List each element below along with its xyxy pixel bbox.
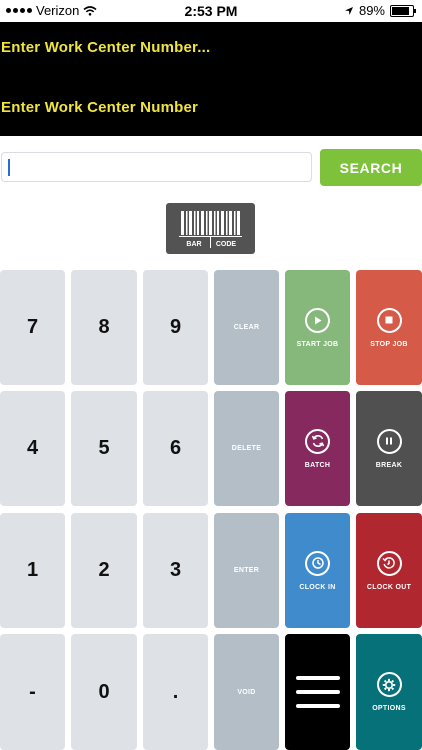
key-2[interactable]: 2: [71, 513, 137, 628]
header-prompt-1: Enter Work Center Number...: [1, 39, 211, 56]
clear-button[interactable]: CLEAR: [214, 270, 279, 385]
status-right: 89%: [344, 3, 416, 18]
key-6[interactable]: 6: [143, 391, 208, 506]
clock-in-icon: [305, 550, 330, 576]
break-label: BREAK: [375, 461, 403, 469]
barcode-label-bottom: CODE: [216, 241, 237, 248]
barcode-icon: BAR CODE: [179, 211, 242, 248]
search-button[interactable]: SEARCH: [320, 149, 422, 186]
enter-button[interactable]: ENTER: [214, 513, 279, 628]
clock-in-button[interactable]: CLOCK IN: [285, 513, 350, 628]
void-button[interactable]: VOID: [214, 634, 279, 750]
clock-out-button[interactable]: CLOCK OUT: [356, 513, 422, 628]
stop-icon: [376, 307, 402, 333]
barcode-label-top: BAR: [186, 241, 201, 248]
key-5[interactable]: 5: [71, 391, 137, 506]
key-0[interactable]: 0: [71, 634, 137, 750]
gear-icon: [376, 672, 402, 697]
refresh-icon: [305, 428, 330, 454]
battery-percent: 89%: [358, 3, 385, 18]
clock-in-label: CLOCK IN: [299, 583, 336, 591]
barcode-button[interactable]: BAR CODE: [166, 203, 255, 254]
header-prompt-2: Enter Work Center Number: [1, 99, 199, 116]
key-4[interactable]: 4: [0, 391, 65, 506]
key-8[interactable]: 8: [71, 270, 137, 385]
key-minus[interactable]: -: [0, 634, 65, 750]
options-label: OPTIONS: [372, 705, 406, 712]
options-button[interactable]: OPTIONS: [356, 634, 422, 750]
clock-out-label: CLOCK OUT: [366, 583, 412, 591]
batch-button[interactable]: BATCH: [285, 391, 350, 506]
key-7[interactable]: 7: [0, 270, 65, 385]
status-bar: Verizon 2:53 PM 89%: [0, 0, 422, 22]
play-icon: [305, 307, 330, 333]
text-caret: [8, 159, 10, 176]
pause-icon: [376, 428, 402, 454]
delete-button[interactable]: DELETE: [214, 391, 279, 506]
header-banner: Enter Work Center Number... Enter Work C…: [0, 22, 422, 136]
break-button[interactable]: BREAK: [356, 391, 422, 506]
work-center-input[interactable]: [1, 152, 312, 182]
clock-out-icon: [376, 550, 402, 576]
key-1[interactable]: 1: [0, 513, 65, 628]
stop-job-button[interactable]: STOP JOB: [356, 270, 422, 385]
location-arrow-icon: [344, 6, 353, 15]
menu-button[interactable]: [285, 634, 350, 750]
key-decimal[interactable]: .: [143, 634, 208, 750]
stop-job-label: STOP JOB: [370, 340, 408, 348]
key-9[interactable]: 9: [143, 270, 208, 385]
battery-icon: [390, 4, 416, 17]
start-job-label: START JOB: [296, 340, 339, 348]
key-3[interactable]: 3: [143, 513, 208, 628]
start-job-button[interactable]: START JOB: [285, 270, 350, 385]
batch-label: BATCH: [304, 461, 331, 469]
hamburger-menu-icon: [295, 676, 340, 708]
